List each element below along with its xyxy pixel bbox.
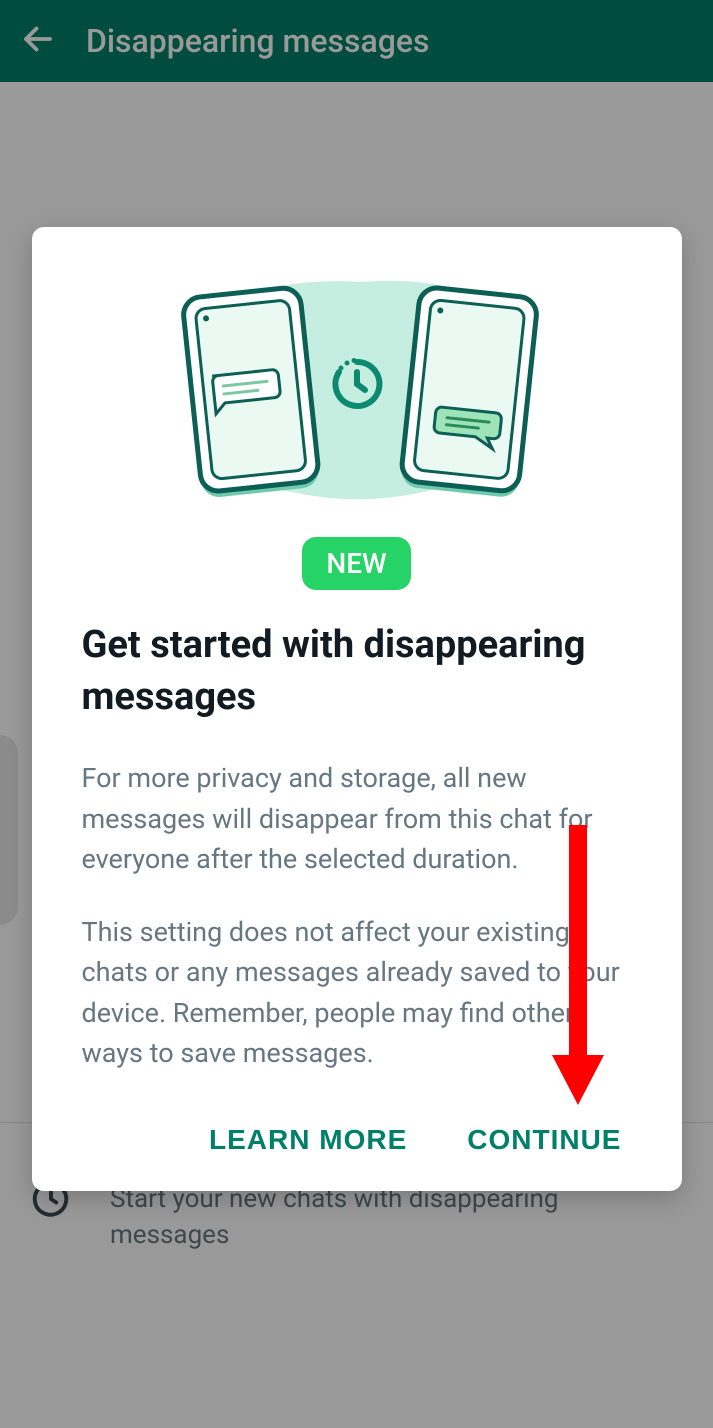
dialog-illustration xyxy=(82,267,632,507)
dialog-paragraph-2: This setting does not affect your existi… xyxy=(82,912,632,1074)
learn-more-button[interactable]: LEARN MORE xyxy=(209,1124,407,1156)
dialog-actions: LEARN MORE CONTINUE xyxy=(82,1124,632,1156)
dialog-paragraph-1: For more privacy and storage, all new me… xyxy=(82,758,632,880)
modal-overlay: NEW Get started with disappearing messag… xyxy=(0,0,713,1428)
continue-button[interactable]: CONTINUE xyxy=(467,1124,621,1156)
dialog-title: Get started with disappearing messages xyxy=(82,620,632,723)
dialog-body: For more privacy and storage, all new me… xyxy=(82,758,632,1074)
intro-dialog: NEW Get started with disappearing messag… xyxy=(32,227,682,1190)
new-badge: NEW xyxy=(302,537,410,590)
